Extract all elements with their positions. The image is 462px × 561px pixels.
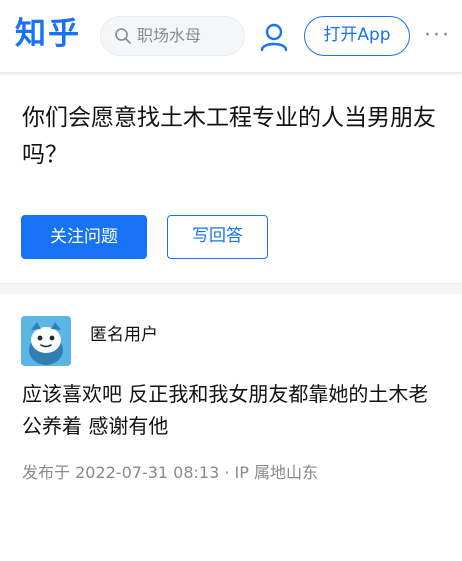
follow-question-button[interactable]: 关注问题	[21, 215, 147, 259]
answer-meta: 发布于 2022-07-31 08:13 · IP 属地山东	[22, 463, 318, 482]
more-icon[interactable]: ···	[424, 24, 454, 48]
avatar[interactable]	[21, 316, 71, 366]
anonymous-avatar-icon	[21, 316, 71, 366]
user-icon[interactable]	[259, 22, 289, 52]
open-app-button[interactable]: 打开App	[304, 16, 410, 56]
question-title: 你们会愿意找土木工程专业的人当男朋友吗？	[22, 105, 436, 168]
zhihu-logo[interactable]: 知乎	[15, 14, 81, 54]
write-answer-button[interactable]: 写回答	[167, 215, 268, 259]
zhihu-question-page: 知乎 职场水母 打开App ··· 你们会愿意找土木工程专业的人当男朋友吗？ 关…	[0, 0, 462, 561]
section-divider	[0, 283, 462, 294]
search-placeholder: 职场水母	[137, 26, 202, 45]
author-name[interactable]: 匿名用户	[90, 323, 158, 347]
search-bar[interactable]: 职场水母	[100, 16, 245, 56]
top-header: 知乎 职场水母 打开App ···	[0, 0, 462, 73]
search-icon	[115, 28, 131, 44]
answer-content: 应该喜欢吧 反正我和我女朋友都靠她的土木老公养着 感谢有他	[22, 382, 429, 438]
